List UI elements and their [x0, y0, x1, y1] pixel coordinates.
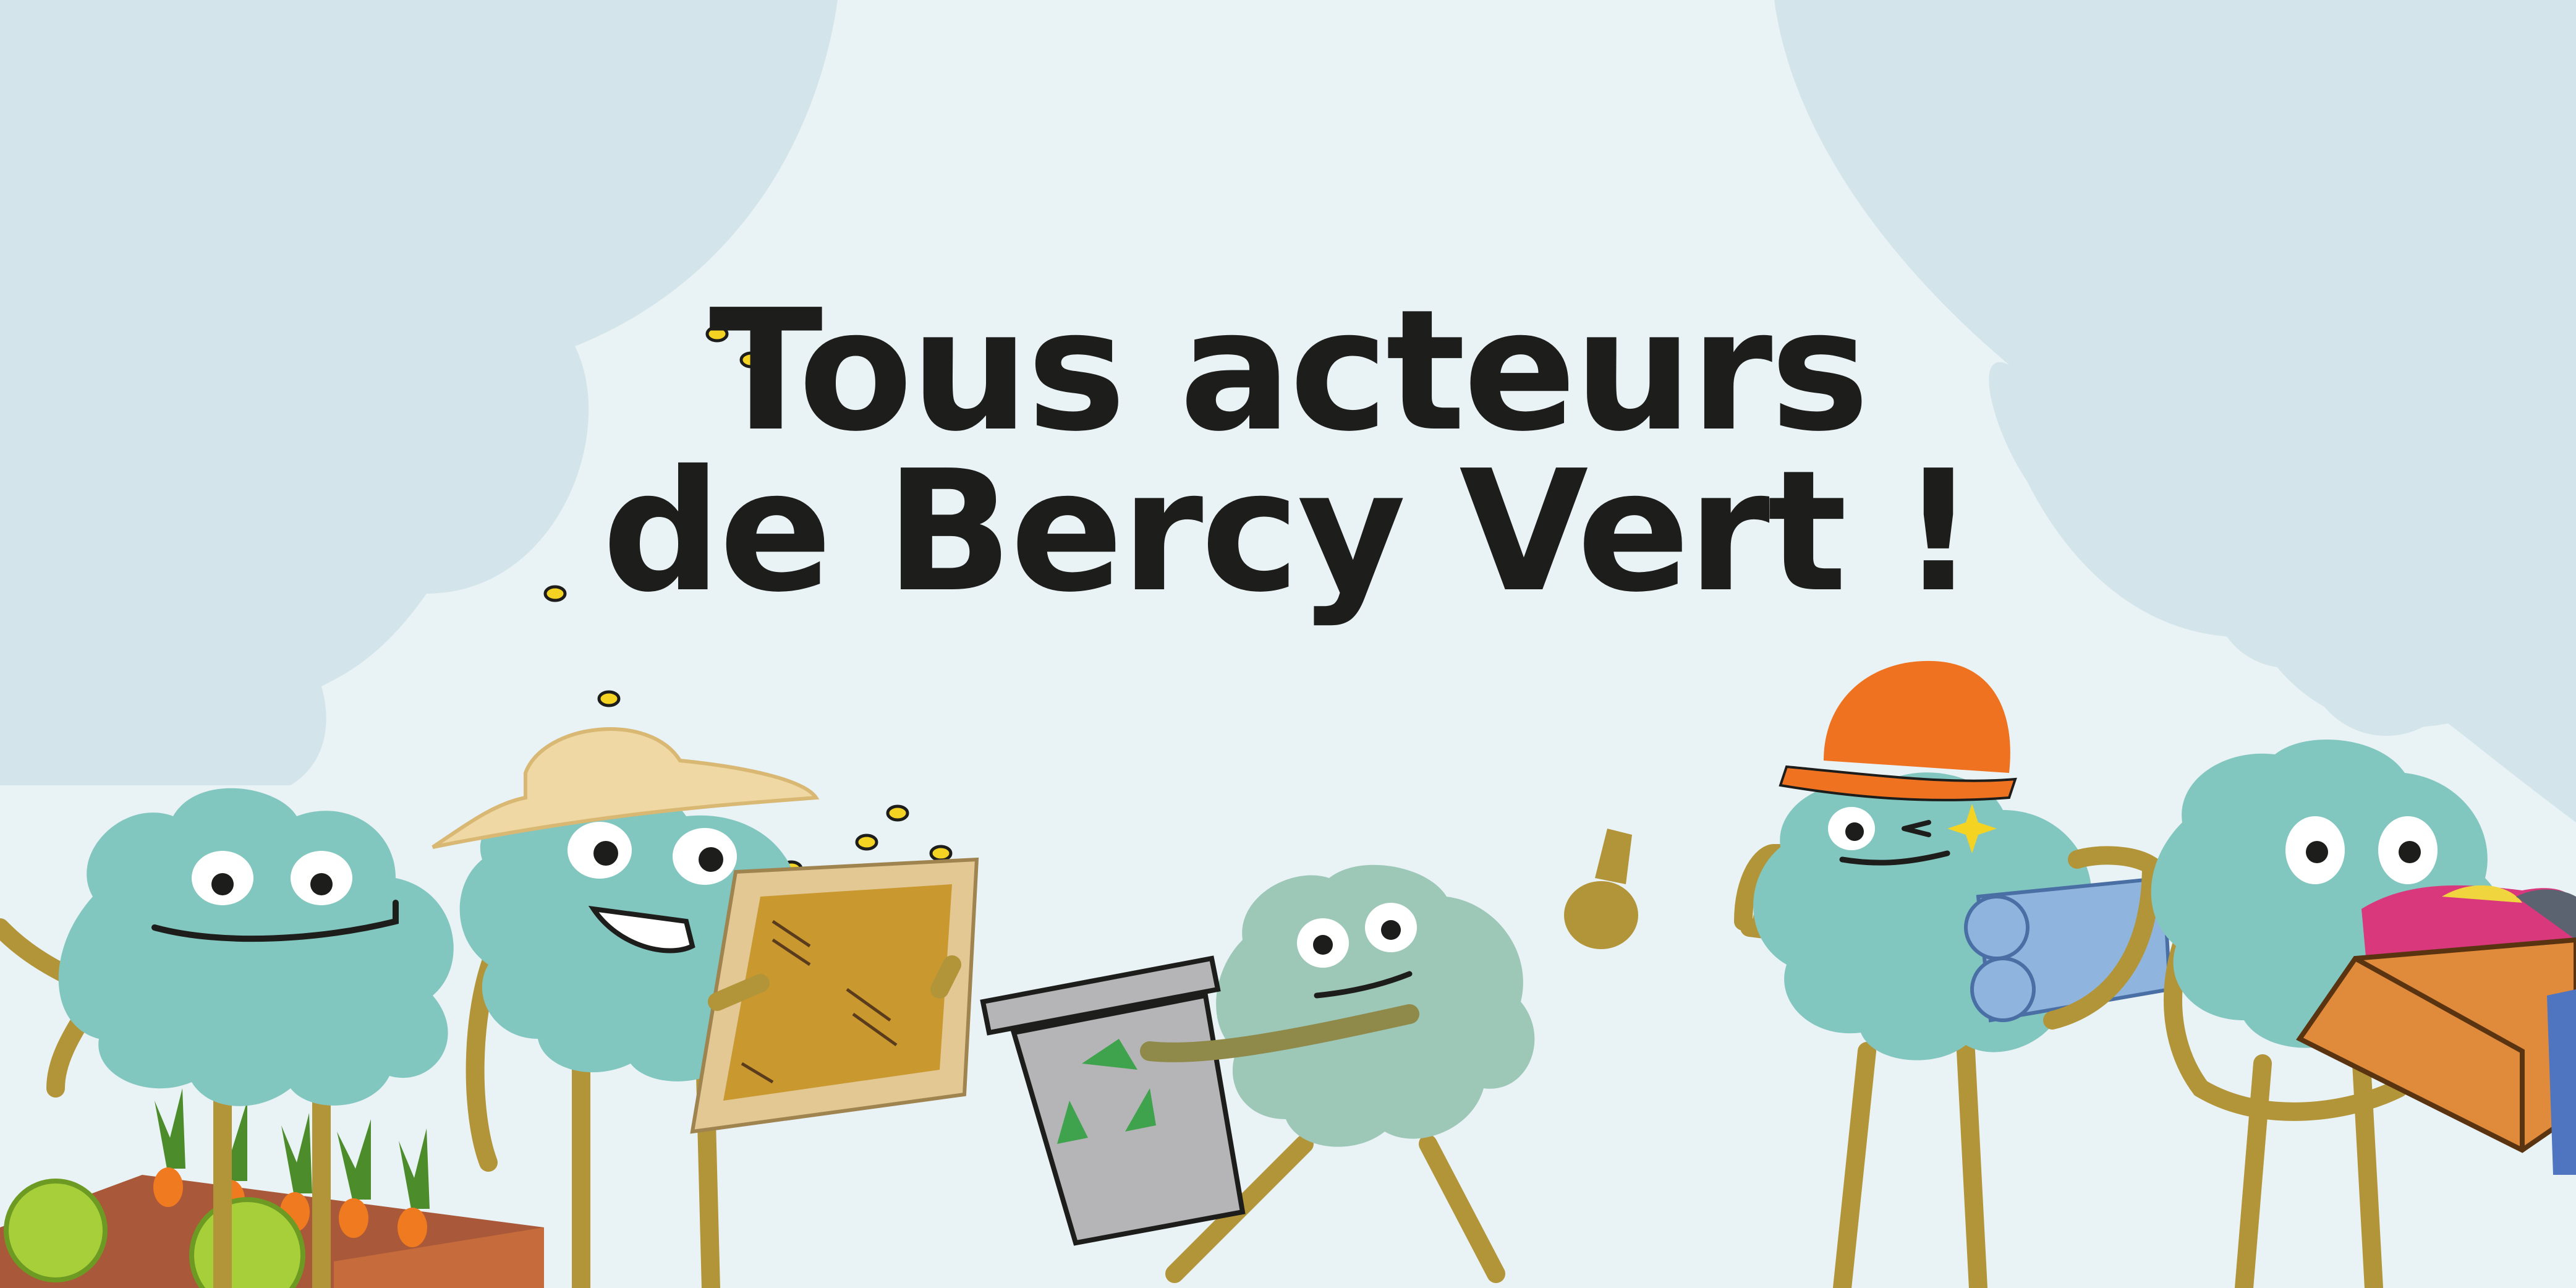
recycling-bin	[980, 955, 1246, 1246]
hard-hat	[1779, 660, 2017, 801]
character-recycler	[980, 864, 1535, 1283]
headline: Tous acteurs de Bercy Vert !	[0, 273, 2576, 629]
headline-line-1: Tous acteurs	[708, 273, 1869, 468]
illustration-scene	[0, 0, 2576, 1288]
headline-line-2: de Bercy Vert !	[601, 434, 1976, 629]
vegetable-garden-bed	[0, 1088, 544, 1288]
thumbs-up-hand	[1564, 881, 1638, 949]
character-donor	[2151, 740, 2576, 1288]
character-worker	[1564, 660, 2172, 1288]
